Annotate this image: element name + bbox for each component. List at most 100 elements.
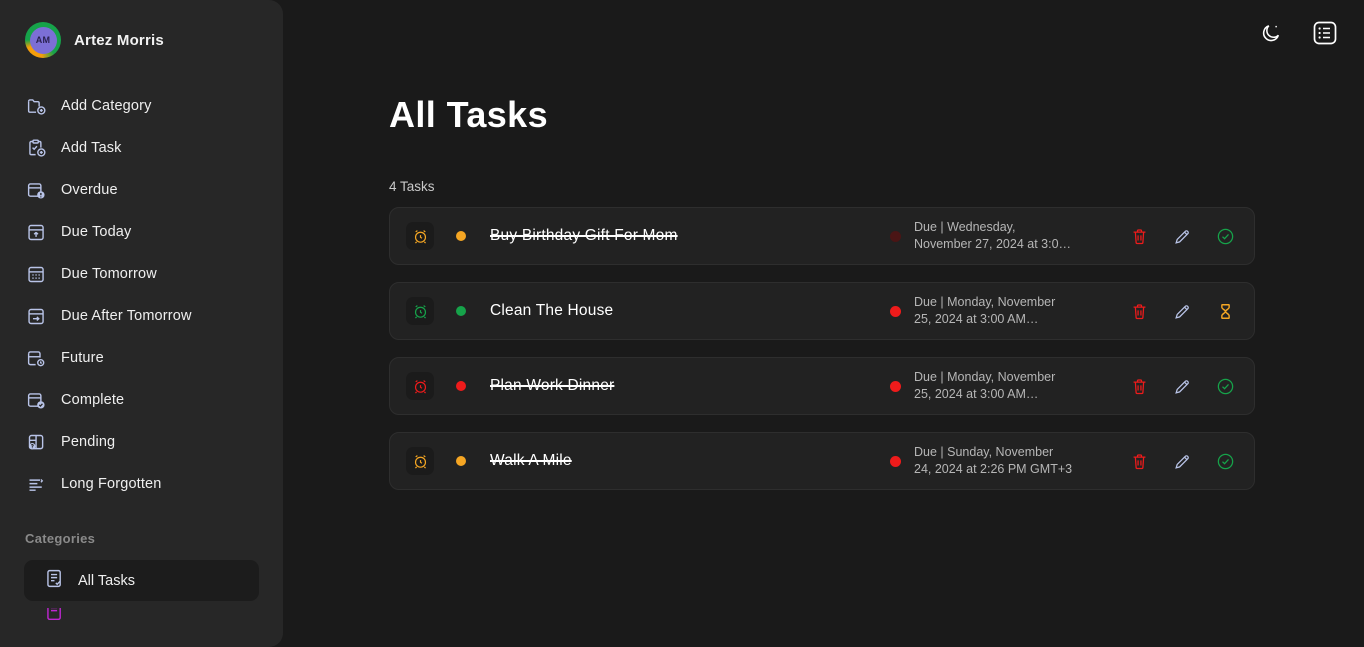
alarm-clock-icon bbox=[414, 229, 426, 243]
task-due-text: Due | Wednesday, November 27, 2024 at 3:… bbox=[914, 219, 1086, 253]
task-title: Buy Birthday Gift For Mom bbox=[490, 227, 678, 244]
sidebar-nav: Add Category Add Task Overdue Due Today … bbox=[0, 85, 283, 505]
task-actions bbox=[1128, 375, 1236, 397]
check-circle-icon bbox=[1217, 228, 1233, 244]
category-item-all-tasks[interactable]: All Tasks bbox=[24, 560, 259, 601]
sidebar-item-label: Add Category bbox=[61, 98, 152, 114]
delete-button[interactable] bbox=[1128, 450, 1150, 472]
categories-list: All Tasks bbox=[0, 560, 283, 620]
content-area: All Tasks 4 Tasks Buy Birthday Gift For … bbox=[283, 94, 1364, 490]
profile[interactable]: AM Artez Morris bbox=[0, 0, 283, 58]
task-row[interactable]: Clean The House Due | Monday, November 2… bbox=[389, 282, 1255, 340]
sidebar-item-label: Due After Tomorrow bbox=[61, 308, 192, 324]
task-due-text: Due | Monday, November 25, 2024 at 3:00 … bbox=[914, 369, 1086, 403]
pending-toggle-button[interactable] bbox=[1214, 300, 1236, 322]
alarm-clock-icon bbox=[414, 454, 426, 468]
delete-button[interactable] bbox=[1128, 300, 1150, 322]
task-title: Plan Work Dinner bbox=[490, 377, 615, 394]
sidebar-item-complete[interactable]: Complete bbox=[0, 379, 283, 421]
category-item-partial[interactable] bbox=[24, 608, 259, 620]
list-check-icon bbox=[44, 568, 65, 594]
task-row[interactable]: Walk A Mile Due | Sunday, November 24, 2… bbox=[389, 432, 1255, 490]
check-circle-icon bbox=[1217, 378, 1233, 394]
task-actions bbox=[1128, 225, 1236, 247]
clipboard-check-plus-icon bbox=[25, 137, 47, 159]
sidebar-item-due-tomorrow[interactable]: Due Tomorrow bbox=[0, 253, 283, 295]
avatar-initials: AM bbox=[29, 26, 57, 54]
task-row[interactable]: Buy Birthday Gift For Mom Due | Wednesda… bbox=[389, 207, 1255, 265]
sidebar-item-label: Overdue bbox=[61, 182, 118, 198]
sidebar-item-label: Due Tomorrow bbox=[61, 266, 157, 282]
sidebar-item-due-today[interactable]: Due Today bbox=[0, 211, 283, 253]
sidebar-item-add-task[interactable]: Add Task bbox=[0, 127, 283, 169]
due-status-dot bbox=[890, 380, 901, 392]
complete-toggle-button[interactable] bbox=[1214, 225, 1236, 247]
priority-dot bbox=[456, 231, 466, 241]
edit-button[interactable] bbox=[1171, 300, 1193, 322]
priority-dot bbox=[456, 381, 466, 391]
task-due-line2: 24, 2024 at 2:26 PM GMT+3 bbox=[914, 462, 1073, 476]
priority-dot bbox=[456, 306, 466, 316]
sidebar-item-long-forgotten[interactable]: Long Forgotten bbox=[0, 463, 283, 505]
alarm-icon-box bbox=[406, 222, 434, 250]
delete-button[interactable] bbox=[1128, 225, 1150, 247]
calendar-question-icon bbox=[25, 431, 47, 453]
task-due-text: Due | Monday, November 25, 2024 at 3:00 … bbox=[914, 294, 1086, 328]
sidebar-item-label: Pending bbox=[61, 434, 116, 450]
sidebar-item-future[interactable]: Future bbox=[0, 337, 283, 379]
sidebar-item-label: Complete bbox=[61, 392, 125, 408]
task-due-line2: 25, 2024 at 3:00 AM… bbox=[914, 312, 1039, 326]
edit-button[interactable] bbox=[1171, 375, 1193, 397]
task-count: 4 Tasks bbox=[389, 179, 435, 194]
delete-icon bbox=[1133, 378, 1145, 394]
calendar-dots-icon bbox=[25, 263, 47, 285]
sidebar: AM Artez Morris Add Category Add Task Ov… bbox=[0, 0, 283, 647]
task-row[interactable]: Plan Work Dinner Due | Monday, November … bbox=[389, 357, 1255, 415]
sidebar-item-label: Future bbox=[61, 350, 104, 366]
edit-icon bbox=[1174, 379, 1189, 394]
task-actions bbox=[1128, 300, 1236, 322]
task-due-line2: 25, 2024 at 3:00 AM… bbox=[914, 387, 1039, 401]
task-actions bbox=[1128, 450, 1236, 472]
main-content: All Tasks 4 Tasks Buy Birthday Gift For … bbox=[283, 0, 1364, 647]
theme-toggle-button[interactable] bbox=[1254, 16, 1288, 50]
delete-button[interactable] bbox=[1128, 375, 1150, 397]
complete-toggle-button[interactable] bbox=[1214, 450, 1236, 472]
edit-button[interactable] bbox=[1171, 225, 1193, 247]
task-due-line2: November 27, 2024 at 3:0… bbox=[914, 237, 1072, 251]
edit-icon bbox=[1174, 304, 1189, 319]
profile-name: Artez Morris bbox=[74, 31, 164, 49]
edit-icon bbox=[1174, 229, 1189, 244]
due-status-dot bbox=[890, 455, 901, 467]
delete-icon bbox=[1133, 453, 1145, 469]
calendar-arrow-up-icon bbox=[25, 221, 47, 243]
list-view-button[interactable] bbox=[1308, 16, 1342, 50]
sidebar-item-pending[interactable]: Pending bbox=[0, 421, 283, 463]
calendar-arrow-right-icon bbox=[25, 305, 47, 327]
sidebar-item-label: Add Task bbox=[61, 140, 122, 156]
calendar-alert-icon bbox=[25, 179, 47, 201]
calendar-check-icon bbox=[25, 389, 47, 411]
delete-icon bbox=[1133, 303, 1145, 319]
task-title: Walk A Mile bbox=[490, 452, 572, 469]
category-item-label: All Tasks bbox=[78, 572, 135, 589]
avatar[interactable]: AM bbox=[25, 22, 61, 58]
task-title: Clean The House bbox=[490, 302, 614, 319]
task-due-text: Due | Sunday, November 24, 2024 at 2:26 … bbox=[914, 444, 1086, 478]
folder-plus-icon bbox=[25, 95, 47, 117]
sidebar-item-add-category[interactable]: Add Category bbox=[0, 85, 283, 127]
task-list: Buy Birthday Gift For Mom Due | Wednesda… bbox=[389, 207, 1255, 490]
sidebar-item-due-after-tomorrow[interactable]: Due After Tomorrow bbox=[0, 295, 283, 337]
task-due-line1: Due | Monday, November bbox=[914, 295, 1056, 309]
complete-toggle-button[interactable] bbox=[1214, 375, 1236, 397]
check-circle-icon bbox=[1217, 453, 1233, 469]
task-due-line1: Due | Monday, November bbox=[914, 370, 1056, 384]
edit-button[interactable] bbox=[1171, 450, 1193, 472]
list-lines-icon bbox=[25, 473, 47, 495]
sidebar-item-overdue[interactable]: Overdue bbox=[0, 169, 283, 211]
category-icon-partial bbox=[44, 608, 65, 620]
edit-icon bbox=[1174, 454, 1189, 469]
delete-icon bbox=[1133, 228, 1145, 244]
due-status-dot bbox=[890, 305, 901, 317]
page-title: All Tasks bbox=[389, 94, 549, 135]
